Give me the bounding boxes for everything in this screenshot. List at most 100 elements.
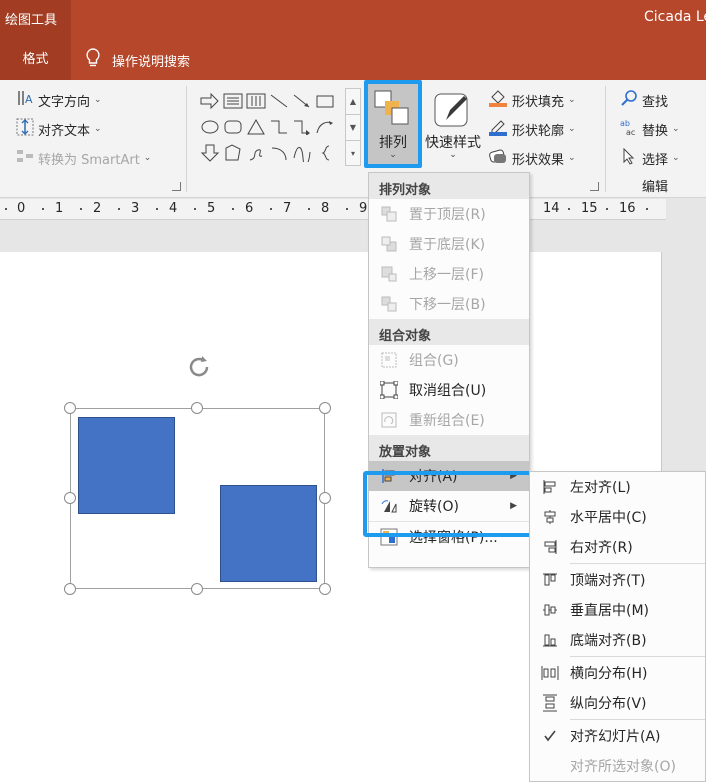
tab-format[interactable]: 格式: [0, 40, 71, 80]
convert-smartart-button[interactable]: 转换为 SmartArt ⌄: [16, 147, 151, 169]
align-rotate-highlight-frame: [363, 471, 533, 537]
arrow-line-shape-icon[interactable]: [291, 90, 313, 112]
oval-shape-icon[interactable]: [199, 116, 221, 138]
scribble-shape-icon[interactable]: [245, 142, 267, 164]
user-name[interactable]: Cicada Le: [644, 9, 706, 25]
resize-handle[interactable]: [64, 583, 76, 595]
resize-handle[interactable]: [64, 402, 76, 414]
drawing-tools-context-label: 绘图工具: [0, 0, 71, 40]
submenu-item-label: 左对齐(L): [570, 480, 631, 496]
shape-fill-button[interactable]: 形状填充 ⌄: [488, 89, 576, 111]
submenu-item-label: 垂直居中(M): [570, 603, 650, 619]
shape-effects-label: 形状效果: [512, 152, 565, 168]
resize-handle[interactable]: [319, 402, 331, 414]
text-direction-button[interactable]: A 文字方向 ⌄: [16, 89, 102, 111]
menu-item-ungroup[interactable]: 取消组合(U): [369, 375, 529, 405]
arrange-label: 排列: [379, 135, 407, 151]
menu-item-send-to-back[interactable]: 置于底层(K): [369, 229, 529, 259]
submenu-item-align-middle[interactable]: 垂直居中(M): [530, 595, 705, 625]
resize-handle[interactable]: [319, 583, 331, 595]
quick-styles-button[interactable]: 快速样式 ⌄: [424, 88, 482, 166]
resize-handle[interactable]: [191, 402, 203, 414]
menu-item-send-backward[interactable]: 下移一层(B): [369, 289, 529, 319]
ruler-mark: [308, 208, 310, 210]
checkmark-icon: [530, 729, 570, 743]
submenu-item-distribute-vertically[interactable]: 纵向分布(V): [530, 688, 705, 718]
submenu-item-align-to-slide[interactable]: 对齐幻灯片(A): [530, 721, 705, 751]
submenu-item-align-right[interactable]: 右对齐(R): [530, 532, 705, 562]
curve-shape-icon[interactable]: [291, 142, 313, 164]
ruler-mark: [646, 208, 648, 210]
gallery-expand-icon[interactable]: ▾: [346, 141, 360, 167]
elbow-connector-shape-icon[interactable]: [268, 116, 290, 138]
convert-smartart-label: 转换为 SmartArt: [38, 152, 140, 168]
submenu-item-align-top[interactable]: 顶端对齐(T): [530, 565, 705, 595]
ruler-mark: [194, 208, 196, 210]
blue-square-shape[interactable]: [220, 485, 317, 582]
arrow-right-shape-icon[interactable]: [199, 90, 221, 112]
resize-handle[interactable]: [319, 492, 331, 504]
find-button[interactable]: 查找: [620, 89, 668, 111]
ruler-tick: 1: [55, 201, 64, 216]
submenu-item-align-left[interactable]: 左对齐(L): [530, 472, 705, 502]
menu-item-bring-forward[interactable]: 上移一层(F): [369, 259, 529, 289]
freeform-shape-icon[interactable]: [222, 142, 244, 164]
gallery-scroll-up-icon[interactable]: ▲: [346, 89, 360, 115]
submenu-item-align-bottom[interactable]: 底端对齐(B): [530, 625, 705, 655]
horizontal-ruler[interactable]: 0 1 2 3 4 5 6 7 8 9 14 15 16: [0, 199, 666, 220]
menu-item-regroup[interactable]: 重新组合(E): [369, 405, 529, 435]
select-button[interactable]: 选择 ⌄: [620, 147, 680, 169]
triangle-shape-icon[interactable]: [245, 116, 267, 138]
align-text-icon: [16, 118, 34, 140]
ruler-tick: 16: [619, 201, 636, 216]
menu-item-bring-to-front[interactable]: 置于顶层(R): [369, 199, 529, 229]
brace-shape-icon[interactable]: [314, 142, 336, 164]
shape-outline-button[interactable]: 形状轮廓 ⌄: [488, 118, 576, 140]
ruler-tick: 3: [131, 201, 140, 216]
curved-arrow-connector-shape-icon[interactable]: [314, 116, 336, 138]
resize-handle[interactable]: [64, 492, 76, 504]
menu-item-label: 取消组合(U): [409, 383, 487, 399]
chevron-down-icon: ⌄: [672, 124, 680, 134]
elbow-arrow-connector-shape-icon[interactable]: [291, 116, 313, 138]
align-text-button[interactable]: 对齐文本 ⌄: [16, 118, 102, 140]
menu-item-group[interactable]: 组合(G): [369, 345, 529, 375]
shapes-gallery-scroll[interactable]: ▲ ▼ ▾: [345, 88, 361, 166]
replace-button[interactable]: ab ac 替换 ⌄: [620, 118, 680, 140]
arrow-down-shape-icon[interactable]: [199, 142, 221, 164]
rectangle-shape-icon[interactable]: [314, 90, 336, 112]
svg-text:ab: ab: [620, 119, 630, 128]
rounded-rectangle-shape-icon[interactable]: [222, 116, 244, 138]
ruler-mark: [118, 208, 120, 210]
line-shape-icon[interactable]: [268, 90, 290, 112]
submenu-item-align-center[interactable]: 水平居中(C): [530, 502, 705, 532]
submenu-item-align-selected-objects[interactable]: 对齐所选对象(O): [530, 751, 705, 781]
tell-me-search[interactable]: 操作说明搜索: [86, 40, 190, 80]
shapes-gallery[interactable]: [197, 88, 345, 166]
ruler-mark: [232, 208, 234, 210]
submenu-item-distribute-horizontally[interactable]: 横向分布(H): [530, 658, 705, 688]
smartart-icon: [16, 147, 34, 169]
menu-header-group: 组合对象: [369, 319, 529, 345]
ribbon-separator: [605, 86, 606, 192]
text-direction-label: 文字方向: [38, 94, 91, 110]
shape-styles-launcher[interactable]: [590, 182, 599, 191]
ribbon-separator: [186, 86, 187, 192]
resize-handle[interactable]: [191, 583, 203, 595]
gallery-scroll-down-icon[interactable]: ▼: [346, 115, 360, 141]
arc-shape-icon[interactable]: [268, 142, 290, 164]
arrange-button[interactable]: 排列 ⌄: [364, 80, 422, 168]
ruler-tick: 6: [245, 201, 254, 216]
vertical-textbox-shape-icon[interactable]: [245, 90, 267, 112]
text-group-launcher[interactable]: [172, 182, 181, 191]
lightbulb-icon: [86, 48, 100, 72]
shape-effects-button[interactable]: 形状效果 ⌄: [488, 147, 576, 169]
blue-square-shape[interactable]: [78, 417, 175, 514]
rotate-handle-icon[interactable]: [184, 352, 214, 386]
arrange-icon: [373, 89, 413, 133]
paint-bucket-icon: [488, 89, 508, 111]
ruler-tick: 0: [17, 201, 26, 216]
quick-styles-label: 快速样式: [425, 135, 481, 151]
textbox-shape-icon[interactable]: [222, 90, 244, 112]
submenu-item-label: 横向分布(H): [570, 666, 648, 682]
